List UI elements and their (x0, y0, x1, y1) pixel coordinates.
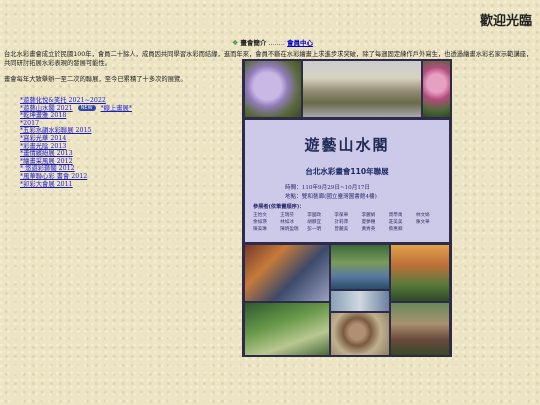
bridge-painting (331, 245, 389, 289)
exhibitor-name: 計莉萍 (334, 220, 349, 225)
welcome-title: 歡迎光臨 (479, 14, 532, 29)
exhibitor-name: 彭一明 (307, 227, 322, 232)
exhibitor-name: 陳文華 (415, 220, 430, 225)
exhibitor-name: 黃秀英 (361, 227, 376, 232)
exhibitor-name: 蔡惠卿 (388, 227, 403, 232)
exhibition-link[interactable]: * 悠遊彩藝閣 2012 (20, 165, 132, 173)
exhibitor-name: 林如冰 (280, 220, 294, 225)
exhibition-link[interactable]: *畫情繽紛展 2013 (20, 150, 132, 158)
exhibitor-name: 李葆華 (334, 213, 349, 218)
top-nav: ❖ 畫會簡介 ........ 會員中心 (232, 37, 313, 47)
exhibitor-name: 陳炳盈瑞 (280, 227, 299, 232)
exhibitor-name: 胡靜宜 (307, 220, 322, 225)
exhibition-link[interactable]: *風華聯心彩 書會 2012 (20, 173, 132, 181)
bird-painting (331, 313, 389, 355)
exhibition-link[interactable]: *遊藝化悅&笑托 2021~2022 (20, 97, 132, 105)
flower-painting (423, 61, 450, 117)
exhibition-link[interactable]: *寫彩光華 2014 (20, 135, 132, 143)
exhibition-link[interactable]: *乾坤畫雅 2018 (20, 112, 132, 120)
exhibition-link[interactable]: *五彩水韻水彩聯展 2015 (20, 127, 132, 135)
diamond-bullet-icon: ❖ (232, 39, 239, 47)
exhibitor-name: 余如瑛 (253, 220, 267, 225)
exhibitor-name: 林文娟 (415, 213, 430, 218)
waterscape-painting (331, 291, 389, 311)
exhibitor-name: 王瑞芬 (280, 213, 294, 218)
exhibitor-name: 曾麗美 (334, 227, 349, 232)
poster-subtitle: 台北水彩畫會110年聯展 (305, 167, 389, 176)
exhibition-link[interactable]: *卯彩大會展 2011 (20, 181, 132, 189)
intro-label: 畫會簡介 (240, 39, 267, 47)
exhibitor-name: 陳美琳 (253, 227, 267, 232)
cottage-painting (391, 303, 449, 355)
exhibitor-name: 李國政 (307, 213, 322, 218)
landscape-painting (303, 61, 421, 117)
exhibition-poster: 遊藝山水閣 台北水彩畫會110年聯展 時間：110年9月29日~10月17日 地… (242, 59, 452, 357)
exhibitor-name: 李麗娟 (361, 213, 376, 218)
exhibitor-name: 王怡文 (253, 213, 267, 218)
forest-painting (245, 303, 329, 355)
exhibitors-list: 王怡文 王瑞芬 李國政 李葆華 李麗娟 周學禹 林文娟 余如瑛 林如冰 胡靜宜 … (253, 212, 443, 233)
exhibitor-name: 莊美美 (388, 220, 403, 225)
intro-paragraph-2: 畫會每年大致舉辦一至二次的聯展，至今已累積了十多次的展覽。 (4, 76, 187, 83)
exhibitors-label: 參展者(依筆畫順序)： (253, 204, 305, 210)
exhibition-links: *遊藝化悅&笑托 2021~2022 *遊藝山水閣 2021 NEW *線上畫展… (20, 97, 132, 188)
exhibitor-name: 夏夢穗 (361, 220, 376, 225)
member-center-link[interactable]: 會員中心 (287, 39, 313, 47)
exhibitor-name: 周學禹 (388, 213, 403, 218)
new-badge: NEW (77, 105, 96, 112)
poster-time-place: 時間：110年9月29日~10月17日 地點：雙和藝廊(國立臺灣圖書館4樓) (285, 185, 377, 200)
abstract-painting (245, 245, 329, 301)
autumn-painting (391, 245, 449, 301)
nav-separator: ........ (268, 39, 285, 47)
online-exhibition-link[interactable]: *線上畫展* (101, 105, 132, 113)
poster-title: 遊藝山水閣 (304, 136, 390, 154)
poster-info-band: 遊藝山水閣 台北水彩畫會110年聯展 時間：110年9月29日~10月17日 地… (245, 120, 449, 242)
hydrangea-painting (245, 61, 301, 117)
